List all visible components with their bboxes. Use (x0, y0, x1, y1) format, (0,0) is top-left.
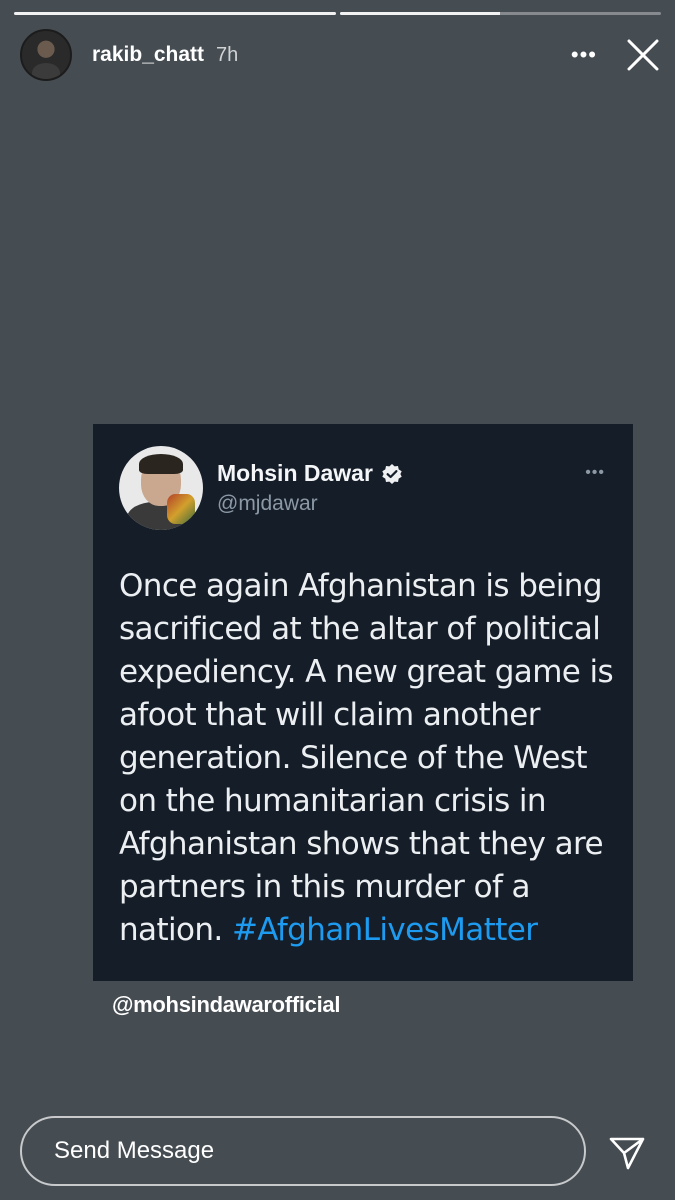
story-progress (14, 12, 661, 15)
tweet-author-name: Mohsin Dawar (217, 460, 403, 487)
progress-fill (339, 12, 501, 15)
tweet-handle: @mjdawar (217, 492, 318, 515)
avatar[interactable] (20, 29, 72, 81)
progress-segment (339, 12, 661, 15)
story-header: rakib_chatt 7h ••• (20, 28, 663, 82)
tweet-card[interactable]: Mohsin Dawar @mjdawar ••• Once again Afg… (93, 424, 633, 981)
username[interactable]: rakib_chatt (92, 43, 204, 67)
story-viewer: rakib_chatt 7h ••• Mohsin Dawar @mjdawar… (0, 0, 675, 1200)
tweet-avatar (119, 446, 203, 530)
tweet-text: Once again Afghanistan is being sacrific… (119, 565, 619, 952)
tweet-more-icon: ••• (585, 464, 605, 481)
mention-sticker[interactable]: @mohsindawarofficial (112, 992, 340, 1018)
tweet-author-label: Mohsin Dawar (217, 460, 373, 486)
verified-badge-icon (381, 463, 403, 485)
send-icon[interactable] (605, 1130, 649, 1174)
tweet-hashtag: #AfghanLivesMatter (231, 912, 538, 948)
timestamp: 7h (216, 43, 239, 66)
close-icon[interactable] (623, 35, 663, 75)
more-horizontal-icon[interactable]: ••• (571, 44, 597, 66)
progress-fill (14, 12, 336, 15)
tweet-body: Once again Afghanistan is being sacrific… (119, 568, 614, 948)
progress-segment (14, 12, 336, 15)
send-message-input[interactable] (20, 1116, 586, 1186)
